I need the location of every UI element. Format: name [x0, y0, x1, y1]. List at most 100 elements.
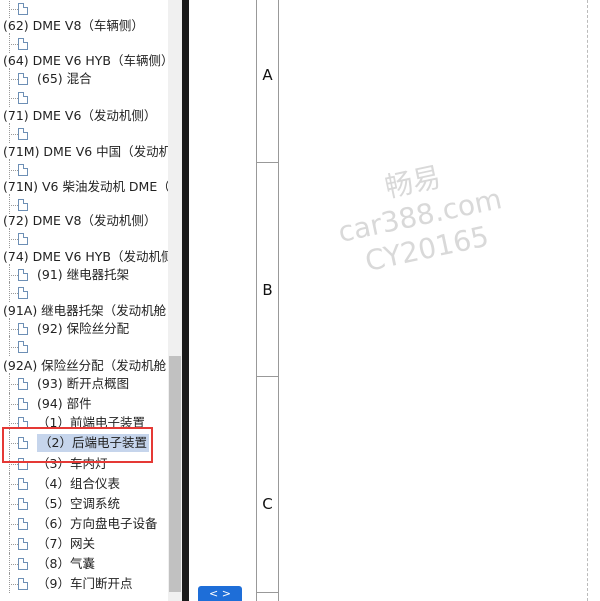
document-icon — [18, 164, 28, 176]
tree-connector — [9, 533, 10, 553]
tree-connector — [9, 282, 10, 302]
highlight-box — [2, 427, 153, 463]
tree-item-label: （7）网关 — [37, 536, 95, 551]
tree-item-label: (71M) DME V6 中国（发动机 — [3, 144, 168, 159]
tree-item[interactable]: (92) 保险丝分配 — [0, 318, 168, 338]
document-icon — [18, 538, 28, 550]
tree-item[interactable]: (62) DME V8（车辆侧） — [0, 17, 168, 35]
tree-item[interactable]: (65) 混合 — [0, 68, 168, 88]
tree-item[interactable] — [0, 282, 168, 302]
tree-connector — [9, 513, 10, 533]
tree-connector — [9, 79, 18, 80]
tree-item[interactable]: (94) 部件 — [0, 393, 168, 413]
grid-letter-b: B — [262, 281, 273, 299]
document-icon — [18, 128, 28, 140]
tree-connector — [9, 33, 10, 53]
tree-item-label: (92) 保险丝分配 — [37, 321, 130, 336]
tree-item-label: (65) 混合 — [37, 71, 92, 86]
document-icon — [18, 287, 28, 299]
tree-connector — [9, 228, 10, 248]
tree-item-label: （6）方向盘电子设备 — [37, 516, 158, 531]
tree-item-label: (93) 断开点概图 — [37, 376, 130, 391]
tree-item-label: （9）车门断开点 — [37, 576, 133, 591]
tree-item[interactable]: （4）组合仪表 — [0, 473, 168, 493]
document-icon — [18, 341, 28, 353]
document-icon — [18, 3, 28, 15]
tree-item[interactable] — [0, 336, 168, 356]
tree-connector — [9, 484, 18, 485]
document-icon — [18, 73, 28, 85]
document-icon — [18, 323, 28, 335]
document-icon — [18, 92, 28, 104]
tree-item[interactable]: (64) DME V6 HYB（车辆侧） — [0, 52, 168, 70]
document-icon — [18, 378, 28, 390]
tree-connector — [9, 239, 18, 240]
page-border-dashed — [587, 0, 588, 601]
tree-connector — [9, 573, 10, 593]
tree-item[interactable]: (72) DME V8（发动机侧） — [0, 212, 168, 230]
tree-item[interactable]: (91A) 继电器托架（发动机舱 — [0, 302, 168, 320]
tree-connector — [9, 264, 10, 284]
pager-button[interactable]: < > — [198, 586, 242, 601]
tree-item[interactable]: (74) DME V6 HYB（发动机侧 — [0, 248, 168, 266]
document-icon — [18, 398, 28, 410]
document-icon — [18, 233, 28, 245]
tree-view[interactable]: (62) DME V8（车辆侧） (64) DME V6 HYB（车辆侧） (65)… — [0, 0, 168, 601]
tree-item[interactable] — [0, 159, 168, 179]
tree-connector — [9, 524, 18, 525]
pane-divider[interactable] — [182, 0, 189, 601]
grid-divider — [257, 376, 278, 377]
tree-connector — [9, 87, 10, 107]
tree-connector — [9, 553, 10, 573]
diagram-grid-column: A B C — [256, 0, 279, 601]
tree-item[interactable] — [0, 123, 168, 143]
tree-item-label: (71N) V6 柴油发动机 DME（ — [3, 179, 168, 194]
tree-item[interactable]: （8）气囊 — [0, 553, 168, 573]
tree-item[interactable]: （9）车门断开点 — [0, 573, 168, 593]
tree-item-label: (94) 部件 — [37, 396, 92, 411]
tree-item[interactable] — [0, 0, 168, 18]
document-icon — [18, 558, 28, 570]
tree-connector — [9, 275, 18, 276]
tree-connector — [9, 393, 10, 413]
tree-connector — [9, 347, 18, 348]
tree-connector — [9, 336, 10, 356]
document-icon — [18, 578, 28, 590]
tree-item[interactable]: (91) 继电器托架 — [0, 264, 168, 284]
tree-item[interactable]: （6）方向盘电子设备 — [0, 513, 168, 533]
tree-item[interactable] — [0, 33, 168, 53]
tree-connector — [9, 98, 18, 99]
document-icon — [18, 199, 28, 211]
document-icon — [18, 269, 28, 281]
document-icon — [18, 38, 28, 50]
tree-item[interactable]: (71M) DME V6 中国（发动机 — [0, 143, 168, 161]
tree-scrollbar[interactable] — [168, 0, 182, 601]
tree-item[interactable]: (92A) 保险丝分配（发动机舱 — [0, 357, 168, 375]
tree-item[interactable]: (71N) V6 柴油发动机 DME（ — [0, 178, 168, 196]
tree-item-label: (74) DME V6 HYB（发动机侧 — [3, 249, 168, 264]
tree-connector — [9, 123, 10, 143]
tree-item[interactable]: (93) 断开点概图 — [0, 373, 168, 393]
tree-item[interactable] — [0, 228, 168, 248]
tree-item-label: (64) DME V6 HYB（车辆侧） — [3, 53, 168, 68]
document-icon — [18, 518, 28, 530]
tree-item-label: (62) DME V8（车辆侧） — [3, 18, 144, 33]
tree-connector — [9, 134, 18, 135]
tree-item[interactable]: （5）空调系统 — [0, 493, 168, 513]
tree-item[interactable]: （7）网关 — [0, 533, 168, 553]
tree-item-label: （4）组合仪表 — [37, 476, 120, 491]
tree-connector — [9, 473, 10, 493]
scrollbar-thumb[interactable] — [169, 356, 181, 592]
tree-item[interactable] — [0, 87, 168, 107]
tree-connector — [9, 423, 18, 424]
tree-connector — [9, 504, 18, 505]
tree-connector — [9, 544, 18, 545]
tree-connector — [9, 205, 18, 206]
grid-letter-a: A — [262, 66, 273, 84]
tree-item-label: (91) 继电器托架 — [37, 267, 130, 282]
tree-connector — [9, 318, 10, 338]
tree-connector — [9, 170, 18, 171]
tree-connector — [9, 584, 18, 585]
tree-connector — [9, 194, 10, 214]
tree-item[interactable]: (71) DME V6（发动机侧） — [0, 107, 168, 125]
